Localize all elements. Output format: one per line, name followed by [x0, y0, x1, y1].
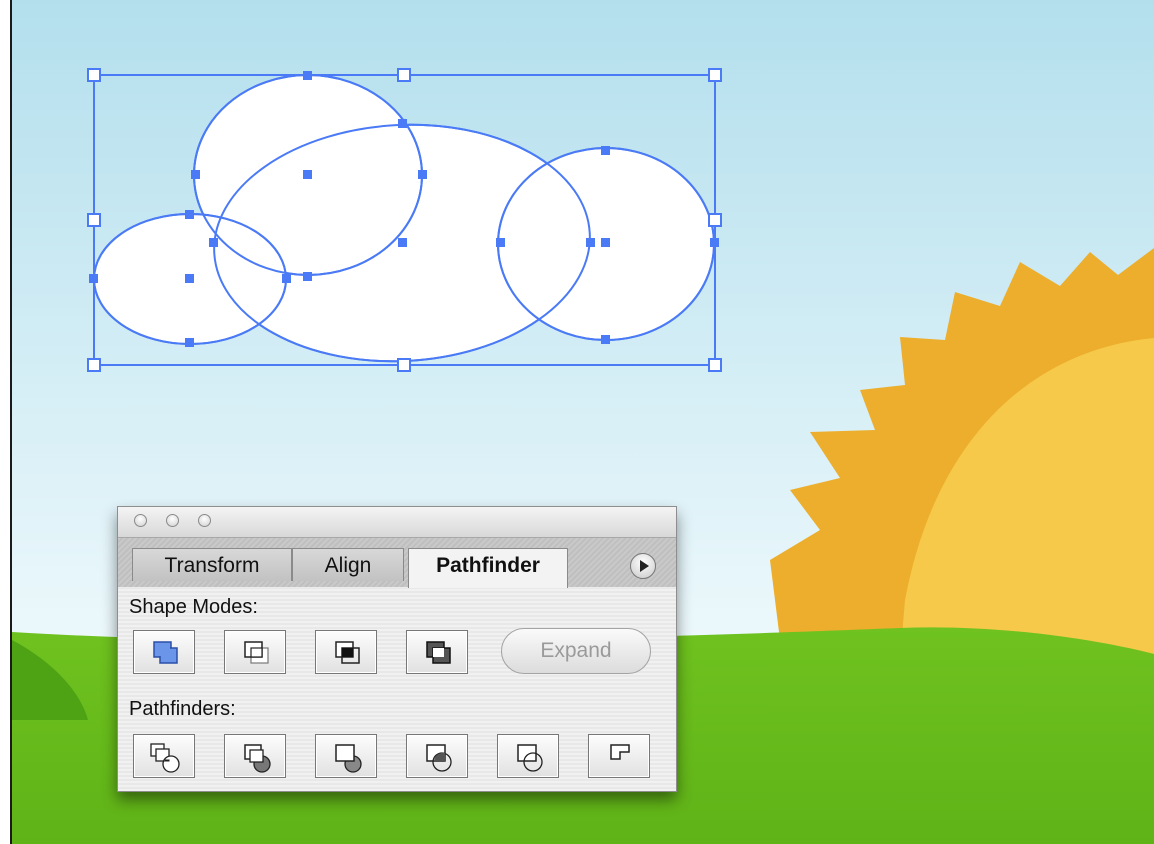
tab-transform[interactable]: Transform	[132, 548, 292, 581]
exclude-overlapping-shape-areas-button[interactable]	[406, 630, 468, 674]
window-edge	[10, 0, 12, 844]
palette-titlebar[interactable]	[118, 507, 676, 538]
shape-modes-label: Shape Modes:	[129, 596, 258, 618]
handle-top-middle	[397, 68, 411, 82]
handle-bottom-left	[87, 358, 101, 372]
divide-icon	[150, 743, 180, 773]
exclude-overlapping-shape-areas-icon	[426, 641, 451, 664]
add-to-shape-area-button[interactable]	[133, 630, 195, 674]
intersect-shape-areas-button[interactable]	[315, 630, 377, 674]
handle-bottom-middle	[397, 358, 411, 372]
trim-button[interactable]	[224, 734, 286, 778]
pathfinder-palette: Transform Align Pathfinder Shape Modes:	[117, 506, 677, 792]
pathfinders-label: Pathfinders:	[129, 698, 236, 720]
merge-button[interactable]	[315, 734, 377, 778]
handle-top-right	[708, 68, 722, 82]
crop-icon	[426, 744, 452, 772]
minimize-button[interactable]	[166, 514, 179, 527]
subtract-from-shape-area-button[interactable]	[224, 630, 286, 674]
merge-icon	[335, 744, 362, 773]
palette-body: Shape Modes: Expand Pathfinders:	[118, 588, 676, 791]
palette-menu-button[interactable]	[630, 553, 656, 579]
palette-tabs: Transform Align Pathfinder	[118, 538, 676, 588]
close-button[interactable]	[134, 514, 147, 527]
handle-middle-right	[708, 213, 722, 227]
outline-icon	[517, 744, 543, 772]
tab-align[interactable]: Align	[292, 548, 404, 581]
subtract-from-shape-area-icon	[244, 641, 269, 664]
add-to-shape-area-icon	[153, 641, 178, 664]
expand-button[interactable]: Expand	[501, 628, 651, 674]
handle-bottom-right	[708, 358, 722, 372]
intersect-shape-areas-icon	[335, 641, 360, 664]
zoom-button[interactable]	[198, 514, 211, 527]
crop-button[interactable]	[406, 734, 468, 778]
handle-middle-left	[87, 213, 101, 227]
minus-back-button[interactable]	[588, 734, 650, 778]
tab-pathfinder[interactable]: Pathfinder	[408, 548, 568, 588]
handle-top-left	[87, 68, 101, 82]
divide-button[interactable]	[133, 734, 195, 778]
outline-button[interactable]	[497, 734, 559, 778]
trim-icon	[244, 744, 271, 773]
minus-back-icon	[610, 744, 630, 760]
